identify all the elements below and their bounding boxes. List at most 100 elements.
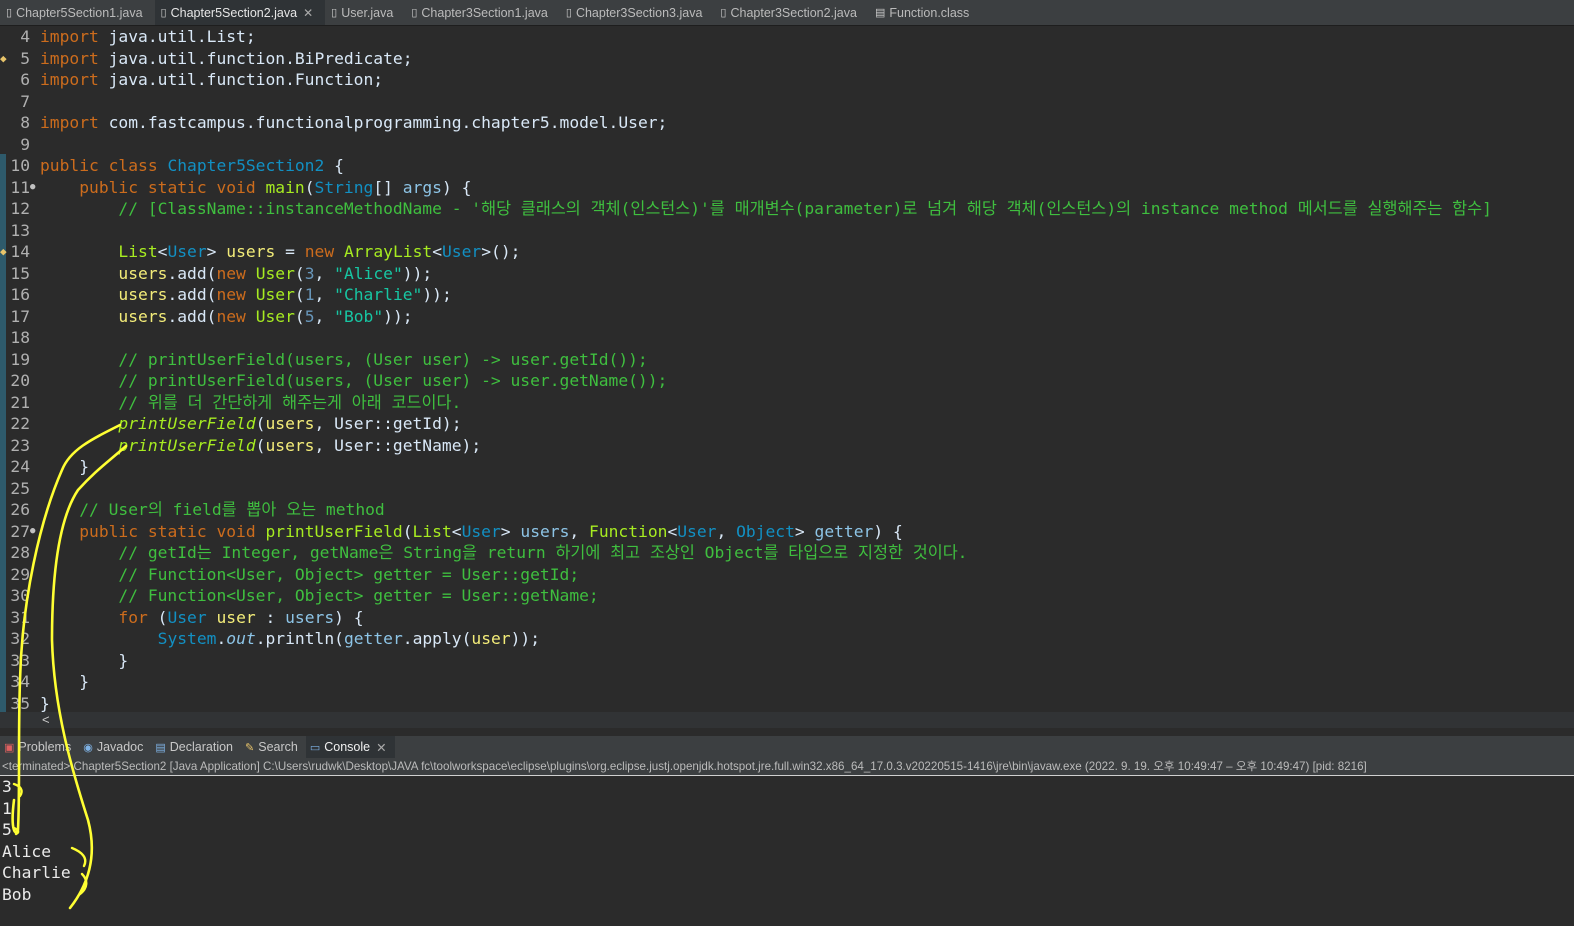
code-text: // 위를 더 간단하게 해주는게 아래 코드이다.: [118, 392, 462, 412]
code-line[interactable]: 22 printUserField(users, User::getId);: [0, 413, 1574, 435]
line-number: 30: [10, 586, 30, 605]
code-text: import com.fastcampus.functionalprogramm…: [40, 113, 668, 132]
line-number: 5: [20, 48, 30, 68]
console-line: Bob: [2, 884, 32, 904]
code-text: // getId는 Integer, getName은 String을 retu…: [118, 543, 968, 562]
code-line[interactable]: 10 public class Chapter5Section2 {: [0, 155, 1574, 177]
panel-tab-declaration[interactable]: ▤ Declaration: [151, 736, 241, 758]
line-number: 27: [10, 521, 30, 541]
code-line[interactable]: 26 // User의 field를 뽑아 오는 method: [0, 499, 1574, 521]
panel-tab-console[interactable]: ▭ Console ✕: [305, 736, 395, 758]
code-line[interactable]: 18: [0, 327, 1574, 349]
code-line[interactable]: 27 ● public static void printUserField(Li…: [0, 521, 1574, 543]
editor-tab-label: Chapter3Section3.java: [575, 5, 703, 20]
code-line[interactable]: 30 // Function<User, Object> getter = Us…: [0, 585, 1574, 607]
line-number: 14: [10, 242, 30, 261]
line-number: 35: [10, 693, 30, 713]
code-text: // [ClassName::instanceMethodName - '해당 …: [118, 199, 1492, 218]
line-number: 34: [10, 672, 30, 691]
code-line[interactable]: 7: [0, 91, 1574, 113]
editor-tab-label: User.java: [341, 5, 394, 20]
console-status: <terminated> Chapter5Section2 [Java Appl…: [0, 758, 1574, 776]
panel-tab-label: Javadoc: [96, 740, 144, 754]
java-file-icon: ▯: [565, 7, 572, 19]
code-line[interactable]: 19 // printUserField(users, (User user) …: [0, 349, 1574, 371]
code-text: // User의 field를 뽑아 오는 method: [79, 500, 385, 519]
declaration-icon: ▤: [155, 741, 166, 754]
console-status-text: <terminated> Chapter5Section2 [Java Appl…: [2, 760, 1367, 773]
editor-tab-6[interactable]: ▯ Chapter3Section2.java: [714, 0, 869, 25]
panel-tab-label: Declaration: [169, 740, 234, 754]
code-line[interactable]: 31 for (User user : users) {: [0, 607, 1574, 629]
panel-tab-javadoc[interactable]: ◉ Javadoc: [79, 736, 151, 758]
console-line: Alice: [2, 841, 52, 861]
code-line[interactable]: 25: [0, 478, 1574, 500]
warning-icon[interactable]: ◆: [0, 241, 7, 263]
editor-tab-5[interactable]: ▯ Chapter3Section3.java: [560, 0, 715, 25]
code-line[interactable]: 32 System.out.println(getter.apply(user)…: [0, 628, 1574, 650]
line-number: 12: [10, 199, 30, 218]
console-line: 5: [2, 820, 12, 839]
code-line[interactable]: 13: [0, 220, 1574, 242]
line-number: 32: [10, 629, 30, 648]
code-text: users.add(new User(5, "Bob"));: [118, 306, 413, 326]
editor-tab-4[interactable]: ▯ Chapter3Section1.java: [405, 0, 560, 25]
warning-icon[interactable]: ◆: [0, 48, 7, 70]
code-line[interactable]: 8 import com.fastcampus.functionalprogram…: [0, 112, 1574, 134]
close-icon[interactable]: ✕: [303, 6, 313, 20]
scroll-left-icon[interactable]: <: [42, 712, 50, 727]
fold-marker-icon[interactable]: ●: [30, 177, 35, 199]
horizontal-scrollbar[interactable]: <: [0, 712, 1574, 728]
line-number: 13: [10, 220, 30, 240]
code-line[interactable]: 21 // 위를 더 간단하게 해주는게 아래 코드이다.: [0, 392, 1574, 414]
code-line[interactable]: 34 }: [0, 671, 1574, 693]
code-line[interactable]: 24 }: [0, 456, 1574, 478]
code-line[interactable]: 28 // getId는 Integer, getName은 String을 r…: [0, 542, 1574, 564]
code-text: users.add(new User(3, "Alice"));: [118, 263, 433, 283]
code-editor[interactable]: 4 import java.util.List; 5 ◆ import java.uti…: [0, 26, 1574, 714]
code-text: for (User user : users) {: [118, 607, 364, 627]
code-line[interactable]: 23 printUserField(users, User::getName);: [0, 435, 1574, 457]
code-line[interactable]: 9: [0, 134, 1574, 156]
code-text: }: [40, 457, 90, 476]
editor-tab-1[interactable]: ▯ Chapter5Section1.java: [0, 0, 155, 25]
console-icon: ▭: [309, 741, 321, 754]
fold-marker-icon[interactable]: ●: [30, 521, 35, 543]
line-number: 29: [10, 564, 30, 584]
editor-tab-3[interactable]: ▯ User.java: [325, 0, 405, 25]
panel-tab-label: Search: [258, 740, 298, 754]
code-line[interactable]: 20 // printUserField(users, (User user) …: [0, 370, 1574, 392]
code-line[interactable]: 16 users.add(new User(1, "Charlie"));: [0, 284, 1574, 306]
line-number: 9: [20, 134, 30, 154]
editor-tab-2[interactable]: ▯ Chapter5Section2.java ✕: [154, 0, 326, 25]
code-text: // Function<User, Object> getter = User:…: [118, 586, 599, 605]
editor-tab-7[interactable]: ▤ Function.class: [869, 0, 981, 25]
code-line[interactable]: 17 users.add(new User(5, "Bob"));: [0, 306, 1574, 328]
code-line[interactable]: 11 ● public static void main(String[] arg…: [0, 177, 1574, 199]
panel-tab-search[interactable]: ✎ Search: [241, 736, 306, 758]
code-line[interactable]: 29 // Function<User, Object> getter = Us…: [0, 564, 1574, 586]
line-number: 20: [10, 371, 30, 390]
code-line[interactable]: 14 ◆ List<User> users = new ArrayList<Use…: [0, 241, 1574, 263]
code-line[interactable]: 35}: [0, 693, 1574, 715]
panel-tab-problems[interactable]: ▣ Problems: [0, 736, 79, 758]
code-line[interactable]: 15 users.add(new User(3, "Alice"));: [0, 263, 1574, 285]
java-file-icon: ▯: [160, 7, 167, 19]
line-number: 22: [10, 414, 30, 433]
line-number: 15: [10, 263, 30, 283]
code-line[interactable]: 6 import java.util.function.Function;: [0, 69, 1574, 91]
code-text: import java.util.function.BiPredicate;: [40, 48, 413, 68]
line-number: 24: [10, 457, 30, 476]
code-line[interactable]: 33 }: [0, 650, 1574, 672]
code-line[interactable]: 5 ◆ import java.util.function.BiPredicate;: [0, 48, 1574, 70]
problems-icon: ▣: [4, 741, 15, 754]
class-file-icon: ▤: [874, 7, 886, 19]
code-text: import java.util.function.Function;: [40, 70, 384, 89]
close-icon[interactable]: ✕: [376, 740, 386, 755]
code-text: public static void printUserField(List<U…: [79, 521, 903, 541]
line-number: 26: [10, 500, 30, 519]
code-text: // Function<User, Object> getter = User:…: [118, 564, 580, 584]
code-text: // printUserField(users, (User user) -> …: [118, 349, 648, 369]
code-line[interactable]: 4 import java.util.List;: [0, 26, 1574, 48]
code-line[interactable]: 12 // [ClassName::instanceMethodName - '…: [0, 198, 1574, 220]
